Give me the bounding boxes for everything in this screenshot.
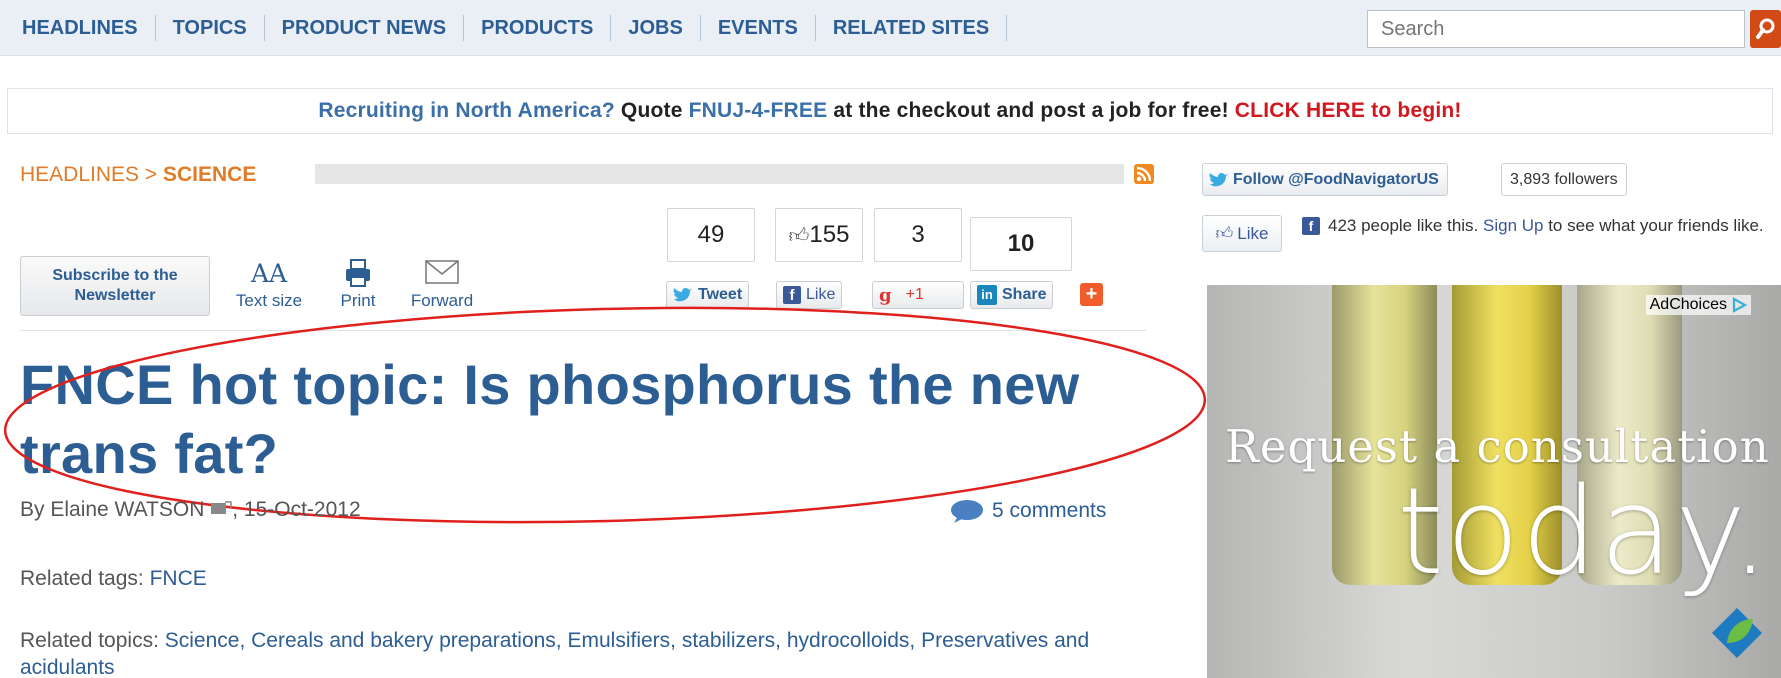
promo-code: FNUJ-4-FREE xyxy=(688,99,828,122)
gplus-count: 3 xyxy=(874,208,962,262)
breadcrumb-current[interactable]: SCIENCE xyxy=(163,163,256,186)
related-topics-label: Related topics: xyxy=(20,629,165,652)
nav-menu: HEADLINES TOPICS PRODUCT NEWS PRODUCTS J… xyxy=(22,15,1008,41)
print-label: Print xyxy=(340,291,376,310)
nav-topics[interactable]: TOPICS xyxy=(156,15,265,41)
search-icon xyxy=(1755,18,1774,39)
top-navigation: HEADLINES TOPICS PRODUCT NEWS PRODUCTS J… xyxy=(0,0,1781,56)
gplus-icon: g xyxy=(879,284,892,306)
promo-text-3: at the checkout and post a job for free! xyxy=(827,99,1235,122)
subscribe-newsletter-button[interactable]: Subscribe to the Newsletter xyxy=(20,256,210,316)
advertisement[interactable]: AdChoices Request a consultation today. xyxy=(1207,285,1781,678)
facebook-page-like-button[interactable]: 👍︎ Like xyxy=(1202,215,1282,252)
promo-text-1: Recruiting in North America? xyxy=(318,99,615,122)
rss-icon[interactable] xyxy=(1134,164,1154,184)
article-date: , 15-Oct-2012 xyxy=(232,498,361,521)
nav-events[interactable]: EVENTS xyxy=(701,15,816,41)
search-button[interactable] xyxy=(1750,10,1781,48)
nav-products[interactable]: PRODUCTS xyxy=(464,15,612,41)
leaf-logo-icon xyxy=(1712,608,1762,658)
topic-links[interactable]: Science, Cereals and bakery preparations… xyxy=(20,629,1089,678)
linkedin-share-button[interactable]: in Share xyxy=(970,281,1054,309)
breadcrumb-parent[interactable]: HEADLINES xyxy=(20,163,139,186)
facebook-icon: f xyxy=(783,286,801,304)
thumbs-up-icon: 👍︎ xyxy=(788,225,810,247)
facebook-social-text: f 423 people like this. Sign Up to see w… xyxy=(1302,214,1781,238)
article-headline: FNCE hot topic: Is phosphorus the new tr… xyxy=(20,353,1080,485)
breadcrumb: HEADLINES > SCIENCE xyxy=(20,162,256,188)
mail-icon xyxy=(402,258,482,290)
adchoices-icon xyxy=(1732,297,1747,313)
linkedin-count: 10 xyxy=(970,217,1072,271)
thumbs-up-icon: 👍︎ xyxy=(1215,224,1234,243)
tweet-button[interactable]: Tweet xyxy=(666,281,750,309)
toolbar-divider xyxy=(20,330,1146,331)
fb-signup-link[interactable]: Sign Up xyxy=(1483,216,1543,235)
print-button[interactable]: Print xyxy=(334,258,382,311)
twitter-icon xyxy=(673,288,692,302)
subscribe-label-2: Newsletter xyxy=(74,287,156,304)
nav-related-sites[interactable]: RELATED SITES xyxy=(816,15,1008,41)
comments-link[interactable]: 5 comments xyxy=(950,498,1106,524)
forward-button[interactable]: Forward xyxy=(402,258,482,311)
recruiting-banner[interactable]: Recruiting in North America? Quote FNUJ-… xyxy=(7,88,1773,134)
mail-icon[interactable] xyxy=(210,501,232,515)
search-input[interactable] xyxy=(1367,10,1745,48)
twitter-follow-button[interactable]: Follow @FoodNavigatorUS xyxy=(1202,163,1448,196)
breadcrumb-bar xyxy=(315,164,1124,184)
byline-prefix: By xyxy=(20,498,51,521)
text-size-label: Text size xyxy=(235,291,303,310)
nav-product-news[interactable]: PRODUCT NEWS xyxy=(265,15,465,41)
like-count: 👍︎155 xyxy=(775,208,863,262)
breadcrumb-separator: > xyxy=(139,163,163,186)
forward-label: Forward xyxy=(410,291,474,310)
followers-count: 3,893 followers xyxy=(1501,163,1627,196)
related-topics: Related topics: Science, Cereals and bak… xyxy=(20,627,1140,678)
nav-jobs[interactable]: JOBS xyxy=(611,15,701,41)
addthis-icon[interactable]: + xyxy=(1080,283,1103,306)
adchoices-button[interactable]: AdChoices xyxy=(1645,295,1751,315)
tweet-count: 49 xyxy=(667,208,755,262)
subscribe-label-1: Subscribe to the xyxy=(52,267,178,284)
facebook-icon: f xyxy=(1302,217,1320,235)
twitter-icon xyxy=(1209,172,1228,186)
print-icon xyxy=(334,258,382,290)
related-tags-label: Related tags: xyxy=(20,567,150,590)
tag-link[interactable]: FNCE xyxy=(150,567,207,590)
promo-text-2: Quote xyxy=(614,99,689,122)
promo-cta-link[interactable]: CLICK HERE to begin! xyxy=(1235,99,1462,122)
related-tags: Related tags: FNCE xyxy=(20,567,207,591)
gplus-button[interactable]: g +1 xyxy=(872,281,964,309)
linkedin-icon: in xyxy=(977,285,997,305)
facebook-like-button[interactable]: f Like xyxy=(776,281,843,309)
text-size-icon: AA xyxy=(250,259,288,288)
byline: By Elaine WATSON , 15-Oct-2012 xyxy=(20,498,361,522)
ad-subheadline: today. xyxy=(1397,463,1772,602)
comment-icon xyxy=(951,500,983,523)
author-link[interactable]: Elaine WATSON xyxy=(50,498,204,521)
nav-headlines[interactable]: HEADLINES xyxy=(22,15,156,41)
text-size-button[interactable]: AA Text size xyxy=(228,258,310,311)
